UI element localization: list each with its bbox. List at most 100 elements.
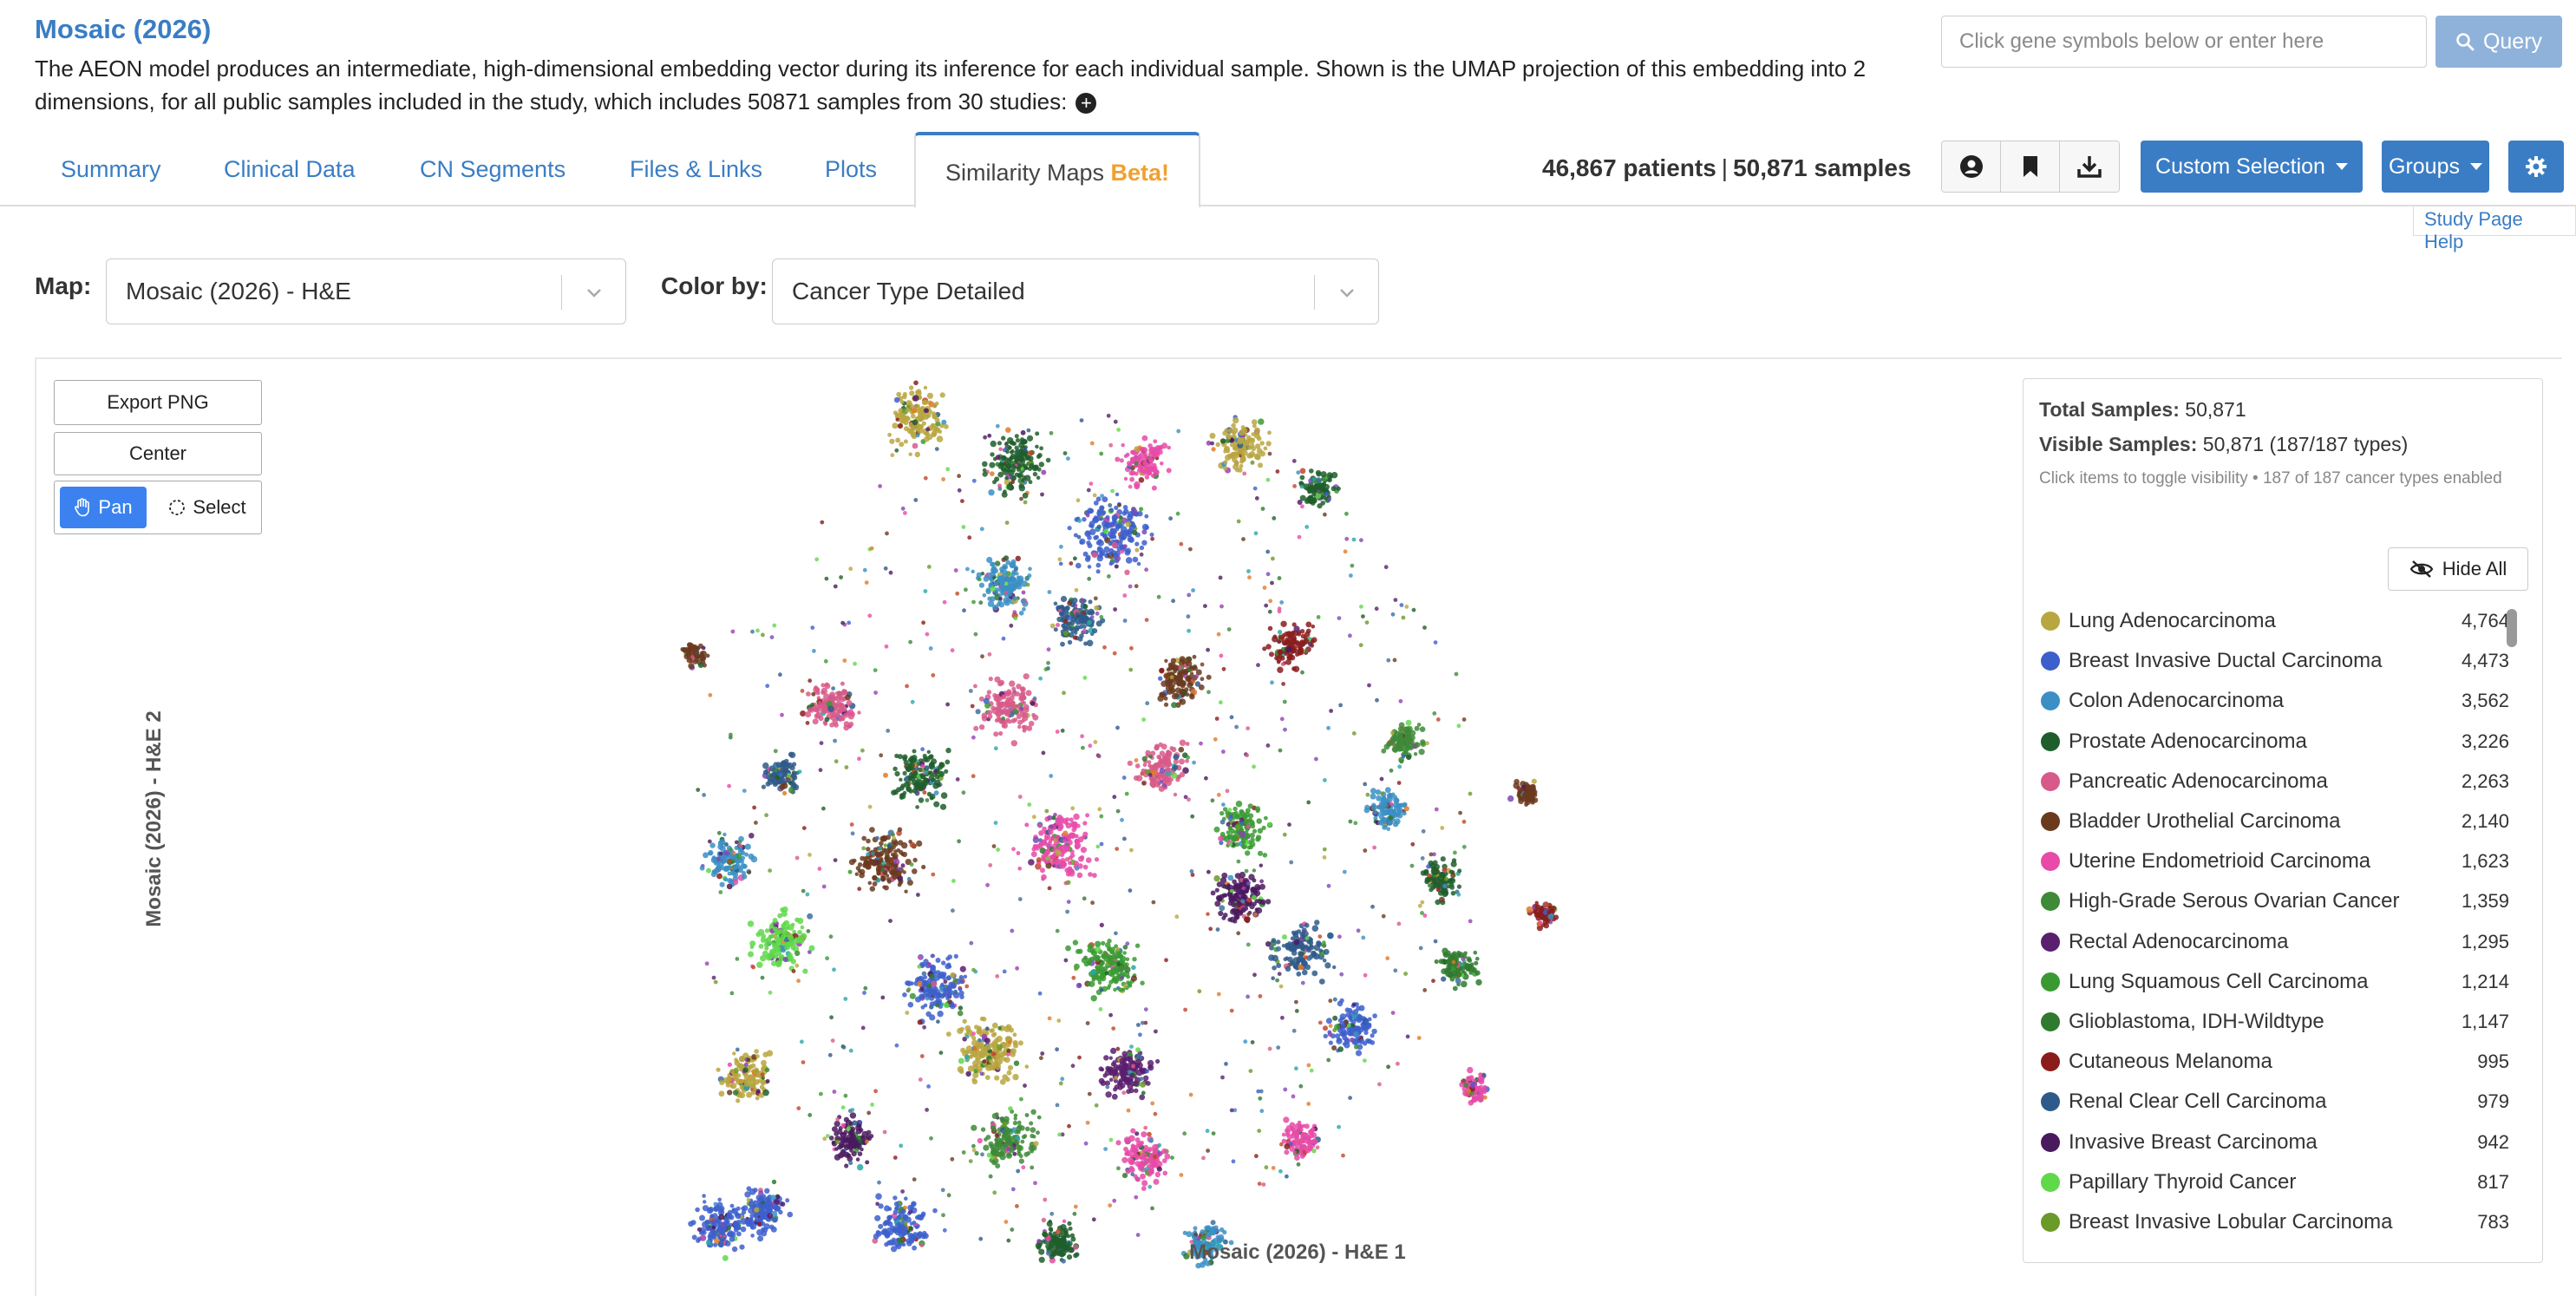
- scatter-point: [895, 437, 900, 443]
- scatter-point: [1111, 1093, 1118, 1100]
- scatter-point: [1115, 524, 1121, 529]
- map-select[interactable]: Mosaic (2026) - H&E: [106, 259, 626, 324]
- scatter-point: [1323, 1033, 1328, 1039]
- download-button[interactable]: [2060, 141, 2119, 192]
- scatter-point: [1134, 1063, 1141, 1069]
- scatter-point: [1014, 455, 1020, 462]
- plus-circle-icon[interactable]: +: [1076, 93, 1097, 115]
- tab-clinical-data[interactable]: Clinical Data: [224, 156, 356, 183]
- tab-similarity-maps[interactable]: Similarity Maps Beta!: [914, 132, 1200, 208]
- scatter-point: [1148, 1137, 1154, 1143]
- color-by-select[interactable]: Cancer Type Detailed: [772, 259, 1379, 324]
- bookmark-button[interactable]: [2001, 141, 2060, 192]
- gene-search-input[interactable]: [1941, 16, 2427, 68]
- scatter-point: [984, 702, 991, 709]
- custom-selection-button[interactable]: Custom Selection: [2141, 141, 2363, 193]
- scatter-point: [1139, 1077, 1144, 1082]
- settings-button[interactable]: [2508, 141, 2564, 193]
- scatter-point: [851, 1151, 857, 1157]
- scatter-point: [1226, 830, 1231, 835]
- scatter-point: [1178, 746, 1185, 753]
- scatter-point: [821, 683, 826, 688]
- scatter-point: [1154, 1171, 1161, 1178]
- scatter-point: [975, 1043, 981, 1048]
- scatter-point: [893, 863, 899, 868]
- scatter-point: [1325, 1018, 1332, 1024]
- scatter-point: [1041, 874, 1047, 880]
- scatter-point: [1106, 985, 1111, 991]
- scatter-point: [1235, 800, 1243, 808]
- study-icon-buttons: [1941, 141, 2120, 193]
- tab-files-links[interactable]: Files & Links: [630, 156, 762, 183]
- gear-icon: [2526, 156, 2547, 177]
- scatter-point: [912, 1245, 917, 1251]
- scatter-point: [1226, 821, 1231, 827]
- scatter-point: [1193, 1226, 1198, 1231]
- scatter-point: [1114, 555, 1121, 562]
- user-circle-button[interactable]: [1942, 141, 2001, 192]
- scatter-point: [1095, 844, 1101, 849]
- scatter-point: [1134, 1153, 1139, 1158]
- scatter-point: [1041, 1217, 1047, 1223]
- study-page-help-link[interactable]: Study Page Help: [2413, 206, 2576, 252]
- scatter-point: [1030, 701, 1036, 706]
- scatter-point: [1305, 1148, 1311, 1154]
- tab-cn-segments[interactable]: CN Segments: [420, 156, 566, 183]
- scatter-point: [997, 1059, 1004, 1064]
- scatter-point: [994, 1063, 1001, 1070]
- scatter-point: [1372, 1013, 1377, 1018]
- scatter-point: [977, 1137, 983, 1144]
- scatter-point: [985, 1064, 992, 1071]
- scatter-point: [1015, 438, 1021, 443]
- scatter-point: [1281, 1132, 1286, 1137]
- scatter-point: [1473, 950, 1478, 955]
- scatter-point: [1263, 446, 1268, 451]
- study-title[interactable]: Mosaic (2026): [35, 14, 211, 45]
- scatter-point: [1115, 1140, 1121, 1146]
- scatter-point: [991, 1022, 998, 1029]
- groups-button[interactable]: Groups: [2382, 141, 2489, 193]
- scatter-point: [1095, 940, 1102, 947]
- scatter-point: [938, 770, 945, 777]
- scatter-point: [932, 404, 937, 409]
- scatter-point: [1256, 818, 1262, 824]
- scatter-point: [1098, 1066, 1104, 1071]
- scatter-point: [976, 1029, 983, 1035]
- scatter-point: [1254, 454, 1261, 461]
- tab-summary[interactable]: Summary: [61, 156, 161, 183]
- tab-plots[interactable]: Plots: [825, 156, 877, 183]
- scatter-point: [1038, 1256, 1045, 1263]
- scatter-point: [1245, 828, 1250, 833]
- scatter-point: [1010, 559, 1017, 565]
- scatter-point: [946, 962, 951, 967]
- scatter-point: [747, 920, 755, 927]
- scatter-point: [1290, 961, 1296, 966]
- scatter-point: [1298, 951, 1304, 957]
- scatter-point: [998, 1140, 1004, 1144]
- scatter-point: [1259, 899, 1266, 906]
- scatter-point: [1020, 429, 1026, 435]
- scatter-point: [995, 1054, 1001, 1059]
- scatter-point: [1070, 617, 1076, 623]
- scatter-point: [1119, 539, 1123, 544]
- scatter-point: [887, 1207, 892, 1211]
- scatter-point: [1235, 901, 1242, 907]
- scatter-point: [1061, 1259, 1066, 1264]
- scatter-point: [1134, 763, 1141, 769]
- scatter-point: [1159, 668, 1165, 674]
- query-button[interactable]: Query: [2435, 16, 2562, 68]
- scatter-point: [1285, 965, 1291, 972]
- scatter-point: [1094, 857, 1100, 862]
- scatter-point: [995, 455, 1001, 461]
- umap-scatter-plot[interactable]: [520, 359, 1648, 1296]
- scatter-point: [754, 1049, 759, 1054]
- scatter-point: [997, 1152, 1003, 1158]
- scatter-point: [892, 1227, 899, 1234]
- scatter-point: [892, 766, 898, 771]
- scatter-point: [1012, 1120, 1018, 1126]
- scatter-point: [1392, 821, 1399, 828]
- scatter-point: [1119, 1071, 1124, 1077]
- scatter-point: [1464, 963, 1471, 970]
- scatter-point: [1090, 995, 1097, 1002]
- scatter-point: [994, 1137, 999, 1142]
